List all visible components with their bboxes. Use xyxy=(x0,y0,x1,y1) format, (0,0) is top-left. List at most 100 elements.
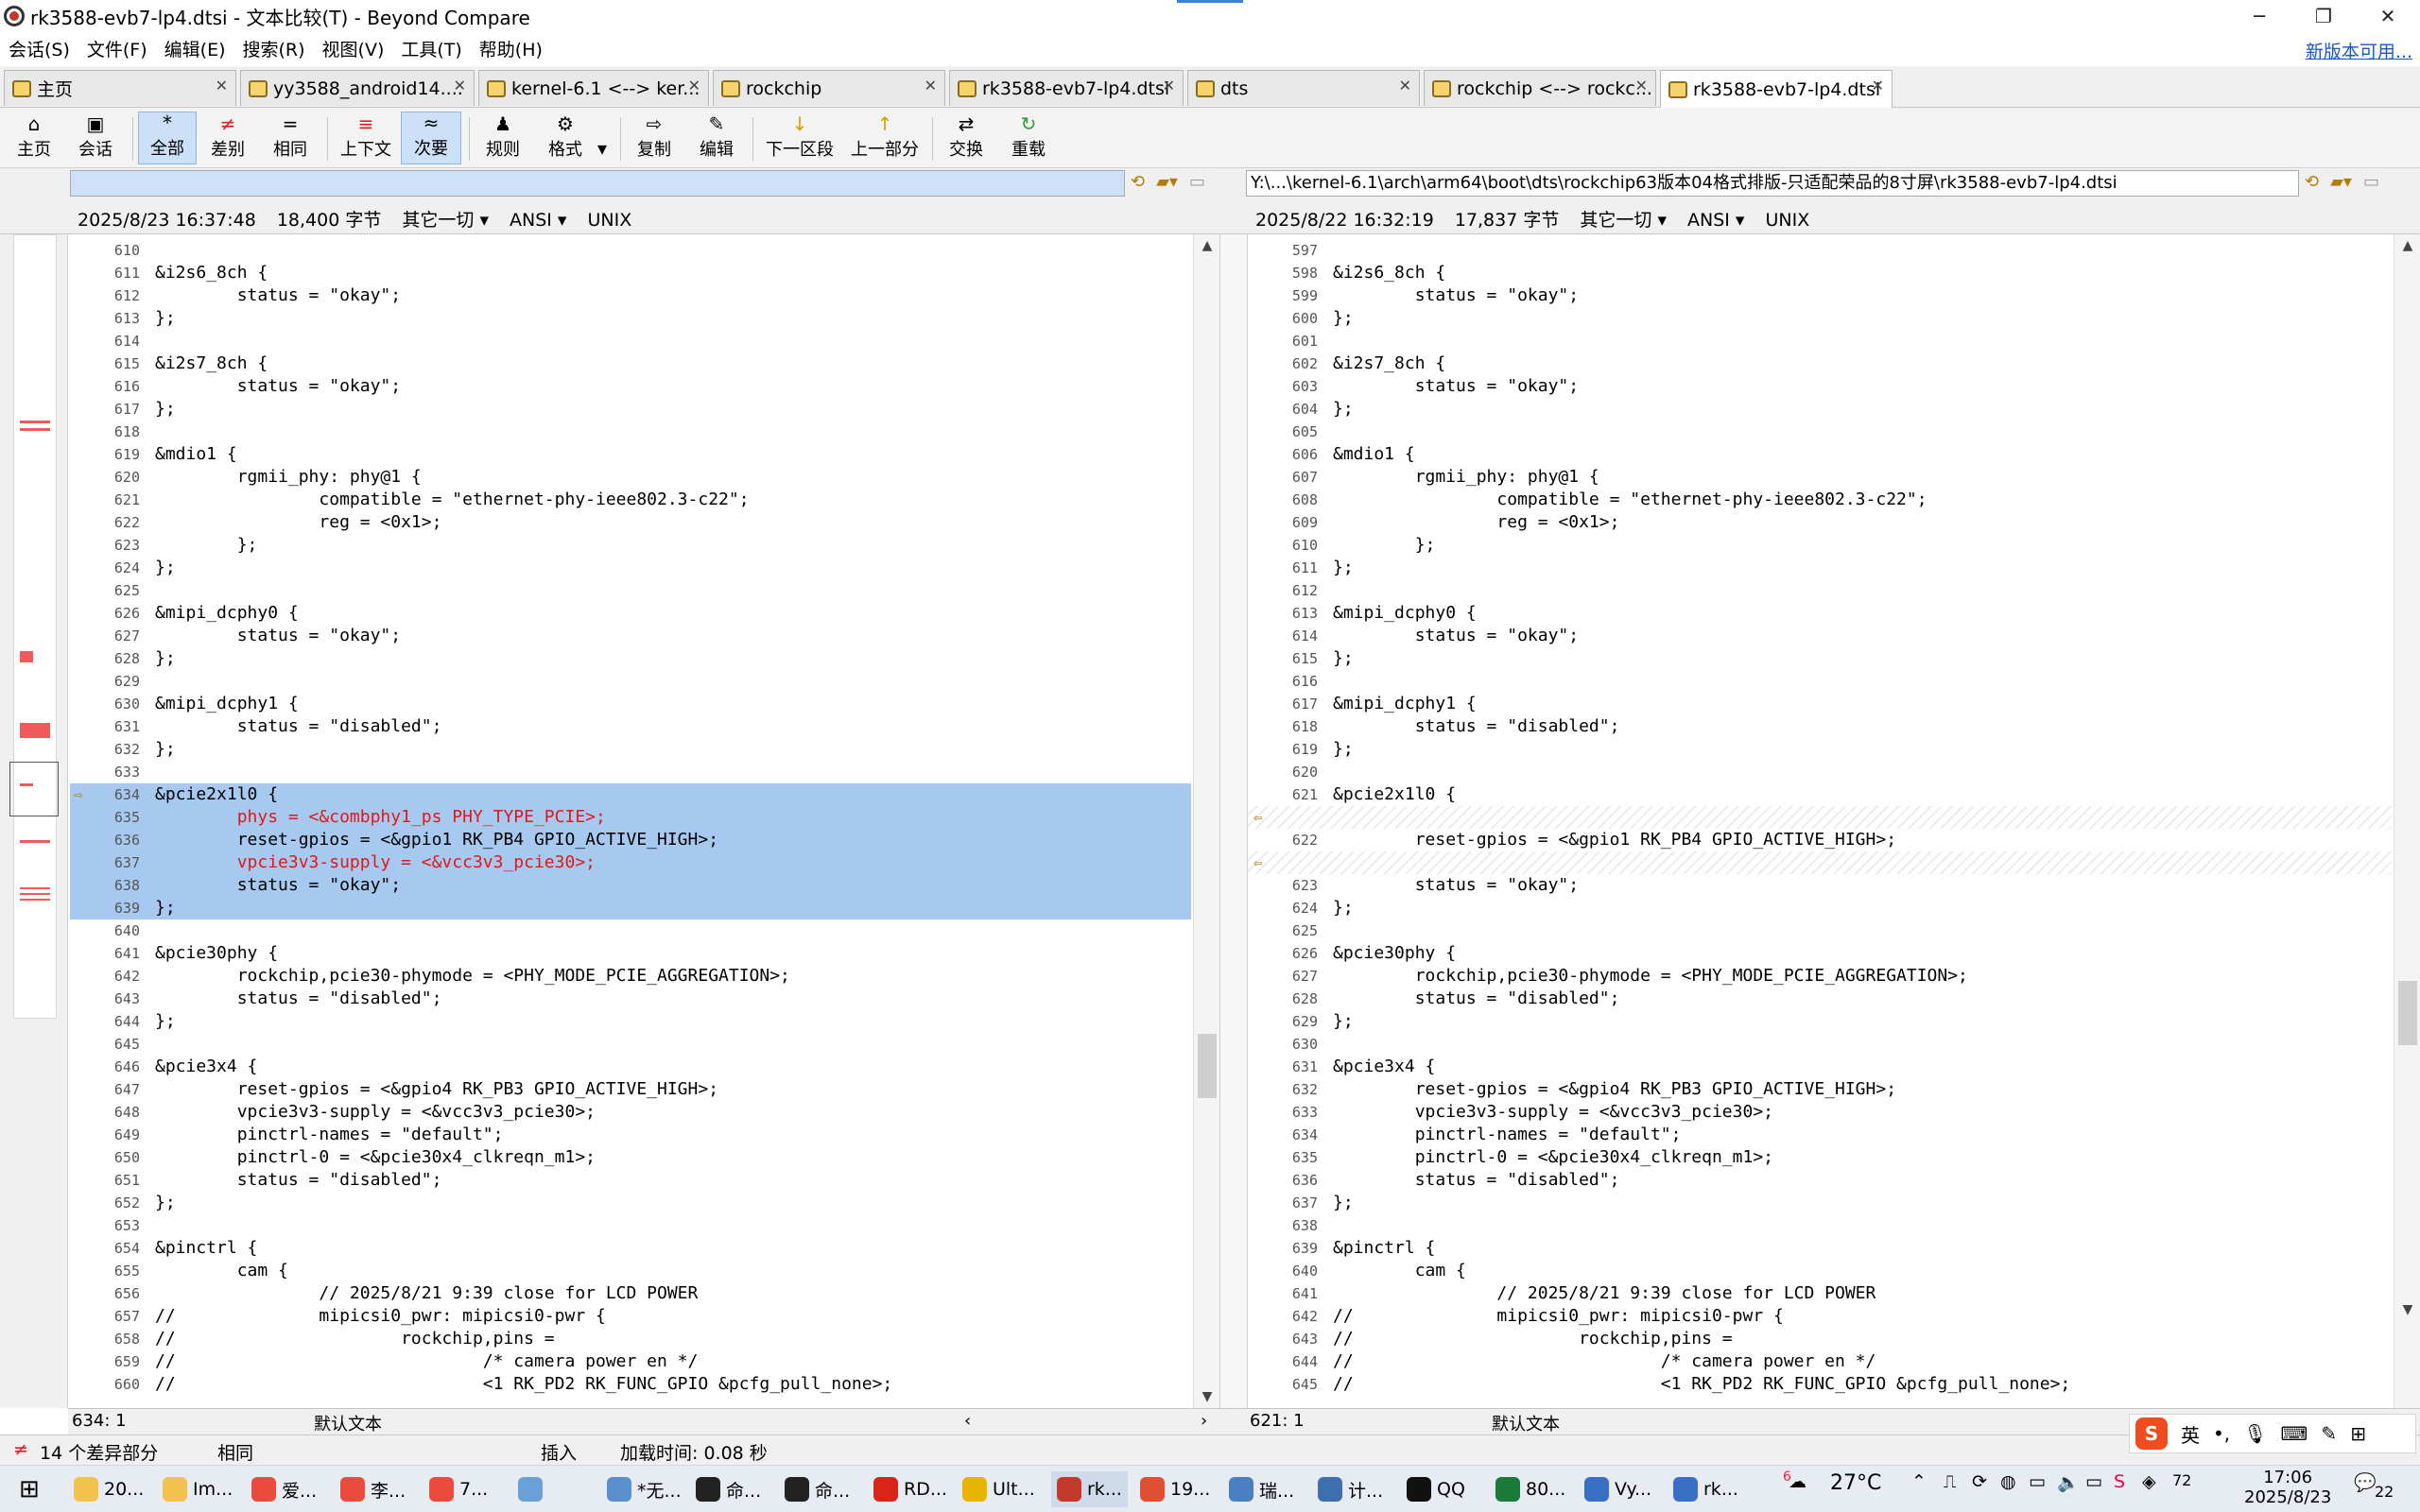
right-text-pane[interactable]: 597 598 &i2s6_8ch {599 status = "okay"; 600… xyxy=(1248,234,2420,1408)
sogou-logo[interactable]: S xyxy=(2135,1418,2168,1450)
sogou-tray-icon[interactable]: S xyxy=(2114,1471,2125,1492)
tab-close-icon[interactable]: ✕ xyxy=(1872,77,1884,94)
minimize-button[interactable]: ─ xyxy=(2227,0,2291,32)
code-line[interactable]: 627 rockchip,pcie30-phymode = <PHY_MODE_… xyxy=(1248,965,2392,988)
scroll-down-icon[interactable]: ▼ xyxy=(1194,1389,1219,1404)
scrollbar-thumb[interactable] xyxy=(1198,1034,1217,1098)
code-line[interactable]: 643 status = "disabled"; xyxy=(70,988,1191,1010)
tray-badge[interactable]: 72 xyxy=(2172,1471,2191,1489)
code-line[interactable]: 654 &pinctrl { xyxy=(70,1237,1191,1260)
clock[interactable]: 17:06 2025/8/23 xyxy=(2244,1468,2331,1507)
code-line[interactable]: 626 &pcie30phy { xyxy=(1248,942,2392,965)
code-line[interactable]: 634 pinctrl-names = "default"; xyxy=(1248,1124,2392,1146)
windows-start-icon[interactable]: ⊞ xyxy=(19,1471,40,1507)
skin-icon[interactable]: ✎ xyxy=(2321,1422,2337,1445)
code-line[interactable]: 641 &pcie30phy { xyxy=(70,942,1191,965)
right-filter[interactable]: 其它一切 ▾ xyxy=(1580,210,1667,231)
code-line[interactable]: 628}; xyxy=(70,647,1191,670)
menu-view[interactable]: 视图(V) xyxy=(314,36,393,61)
copy-arrow-icon[interactable]: ⇦ xyxy=(1253,851,1263,874)
left-vertical-scrollbar[interactable]: ▲ ▼ xyxy=(1193,234,1219,1408)
right-text-type[interactable]: 默认文本 xyxy=(1492,1411,1560,1435)
code-line[interactable]: 652}; xyxy=(70,1192,1191,1214)
history-icon[interactable]: ⟲ xyxy=(1131,172,1145,192)
menu-file[interactable]: 文件(F) xyxy=(78,36,156,61)
code-line[interactable]: 659 // /* camera power en */ xyxy=(70,1350,1191,1373)
notification-count[interactable]: 22 xyxy=(2375,1483,2394,1501)
tab-dts[interactable]: dts ✕ xyxy=(1187,70,1420,106)
taskbar-app-3[interactable]: 李... xyxy=(340,1471,406,1507)
code-line[interactable]: 602 &i2s7_8ch { xyxy=(1248,352,2392,375)
code-line[interactable]: 603 status = "okay"; xyxy=(1248,375,2392,398)
code-line[interactable]: 613 &mipi_dcphy0 { xyxy=(1248,602,2392,625)
code-line[interactable]: 645 xyxy=(70,1033,1191,1056)
show-diffs-button[interactable]: ≠ 差别 xyxy=(202,112,253,164)
code-line[interactable]: 621 compatible = "ethernet-phy-ieee802.3… xyxy=(70,489,1191,511)
code-line[interactable]: 630 xyxy=(1248,1033,2392,1056)
code-line[interactable]: 631 status = "disabled"; xyxy=(70,715,1191,738)
code-line[interactable]: 609 reg = <0x1>; xyxy=(1248,511,2392,534)
menu-help[interactable]: 帮助(H) xyxy=(471,36,551,61)
code-line[interactable]: 637 vpcie3v3-supply = <&vcc3v3_pcie30>; xyxy=(70,851,1191,874)
code-line[interactable]: 623 }; xyxy=(70,534,1191,557)
right-vertical-scrollbar[interactable]: ▲ ▼ xyxy=(2394,234,2420,1408)
code-line[interactable]: 622 reset-gpios = <&gpio1 RK_PB4 GPIO_AC… xyxy=(1248,829,2392,851)
taskbar-app-14[interactable]: 计... xyxy=(1318,1471,1383,1507)
code-line[interactable]: 655 cam { xyxy=(70,1260,1191,1282)
scroll-up-icon[interactable]: ▲ xyxy=(1194,238,1219,253)
code-line[interactable]: 610 xyxy=(70,239,1191,262)
taskbar-app-13[interactable]: 瑞... xyxy=(1229,1471,1294,1507)
scroll-down-icon[interactable]: ▼ xyxy=(2394,1302,2420,1317)
session-button[interactable]: ▣ 会话 xyxy=(66,112,125,164)
code-line[interactable]: 620 xyxy=(1248,761,2392,783)
tab-close-icon[interactable]: ✕ xyxy=(454,77,466,94)
tab-close-icon[interactable]: ✕ xyxy=(1163,77,1175,94)
code-line[interactable]: 639}; xyxy=(70,897,1191,919)
code-line[interactable]: 601 xyxy=(1248,330,2392,352)
code-line[interactable]: 621 &pcie2x1l0 { xyxy=(1248,783,2392,806)
code-line[interactable]: 626 &mipi_dcphy0 { xyxy=(70,602,1191,625)
code-line[interactable]: 629 xyxy=(70,670,1191,693)
code-line[interactable]: 633 vpcie3v3-supply = <&vcc3v3_pcie30>; xyxy=(1248,1101,2392,1124)
menu-session[interactable]: 会话(S) xyxy=(0,36,78,61)
show-same-button[interactable]: = 相同 xyxy=(265,112,316,164)
menu-tools[interactable]: 工具(T) xyxy=(392,36,470,61)
code-line[interactable]: 644}; xyxy=(70,1010,1191,1033)
scroll-left-icon[interactable]: ‹ xyxy=(964,1411,971,1431)
code-line[interactable]: 611 &i2s6_8ch { xyxy=(70,262,1191,284)
code-line[interactable]: 612 xyxy=(1248,579,2392,602)
code-line[interactable]: 627 status = "okay"; xyxy=(70,625,1191,647)
code-line[interactable]: 617 &mipi_dcphy1 { xyxy=(1248,693,2392,715)
code-line[interactable]: 637}; xyxy=(1248,1192,2392,1214)
home-button[interactable]: ⌂ 主页 xyxy=(9,112,59,164)
maximize-button[interactable]: ❐ xyxy=(2291,0,2356,32)
taskbar-app-11[interactable]: rk... xyxy=(1051,1471,1128,1507)
code-line[interactable]: 618 status = "disabled"; xyxy=(1248,715,2392,738)
code-line[interactable]: 658 // rockchip,pins = xyxy=(70,1328,1191,1350)
code-line[interactable]: 629}; xyxy=(1248,1010,2392,1033)
code-line[interactable]: 610 }; xyxy=(1248,534,2392,557)
code-line[interactable]: 635 pinctrl-0 = <&pcie30x4_clkreqn_m1>; xyxy=(1248,1146,2392,1169)
copy-arrow-icon[interactable]: ⇦ xyxy=(1253,806,1263,829)
reload-button[interactable]: ↻ 重载 xyxy=(1002,112,1055,164)
format-button[interactable]: ⚙ 格式 xyxy=(539,112,592,164)
menu-search[interactable]: 搜索(R) xyxy=(234,36,314,61)
code-line[interactable]: 650 pinctrl-0 = <&pcie30x4_clkreqn_m1>; xyxy=(70,1146,1191,1169)
code-line[interactable]: 624}; xyxy=(1248,897,2392,919)
taskbar-app-5[interactable] xyxy=(518,1471,548,1507)
left-text-type[interactable]: 默认文本 xyxy=(314,1411,382,1435)
code-line[interactable]: 614 status = "okay"; xyxy=(1248,625,2392,647)
diff-thumbnail[interactable] xyxy=(0,234,68,1408)
taskbar-app-0[interactable]: 20... xyxy=(74,1471,144,1507)
code-line[interactable]: 618 xyxy=(70,421,1191,443)
code-line[interactable]: 651 status = "disabled"; xyxy=(70,1169,1191,1192)
tab-close-icon[interactable]: ✕ xyxy=(688,77,700,94)
code-line[interactable]: 632}; xyxy=(70,738,1191,761)
tab-dtsi-1[interactable]: rk3588-evb7-lp4.dtsi ✕ xyxy=(949,70,1184,106)
rules-button[interactable]: ♟ 规则 xyxy=(476,112,529,164)
code-line[interactable]: 660 // <1 RK_PD2 RK_FUNC_GPIO &pcfg_pull_… xyxy=(70,1373,1191,1396)
code-line[interactable]: 616 status = "okay"; xyxy=(70,375,1191,398)
context-button[interactable]: ≡ 上下文 xyxy=(333,112,399,164)
taskbar-app-12[interactable]: 19... xyxy=(1140,1471,1210,1507)
taskbar-app-17[interactable]: Vy... xyxy=(1584,1471,1651,1507)
